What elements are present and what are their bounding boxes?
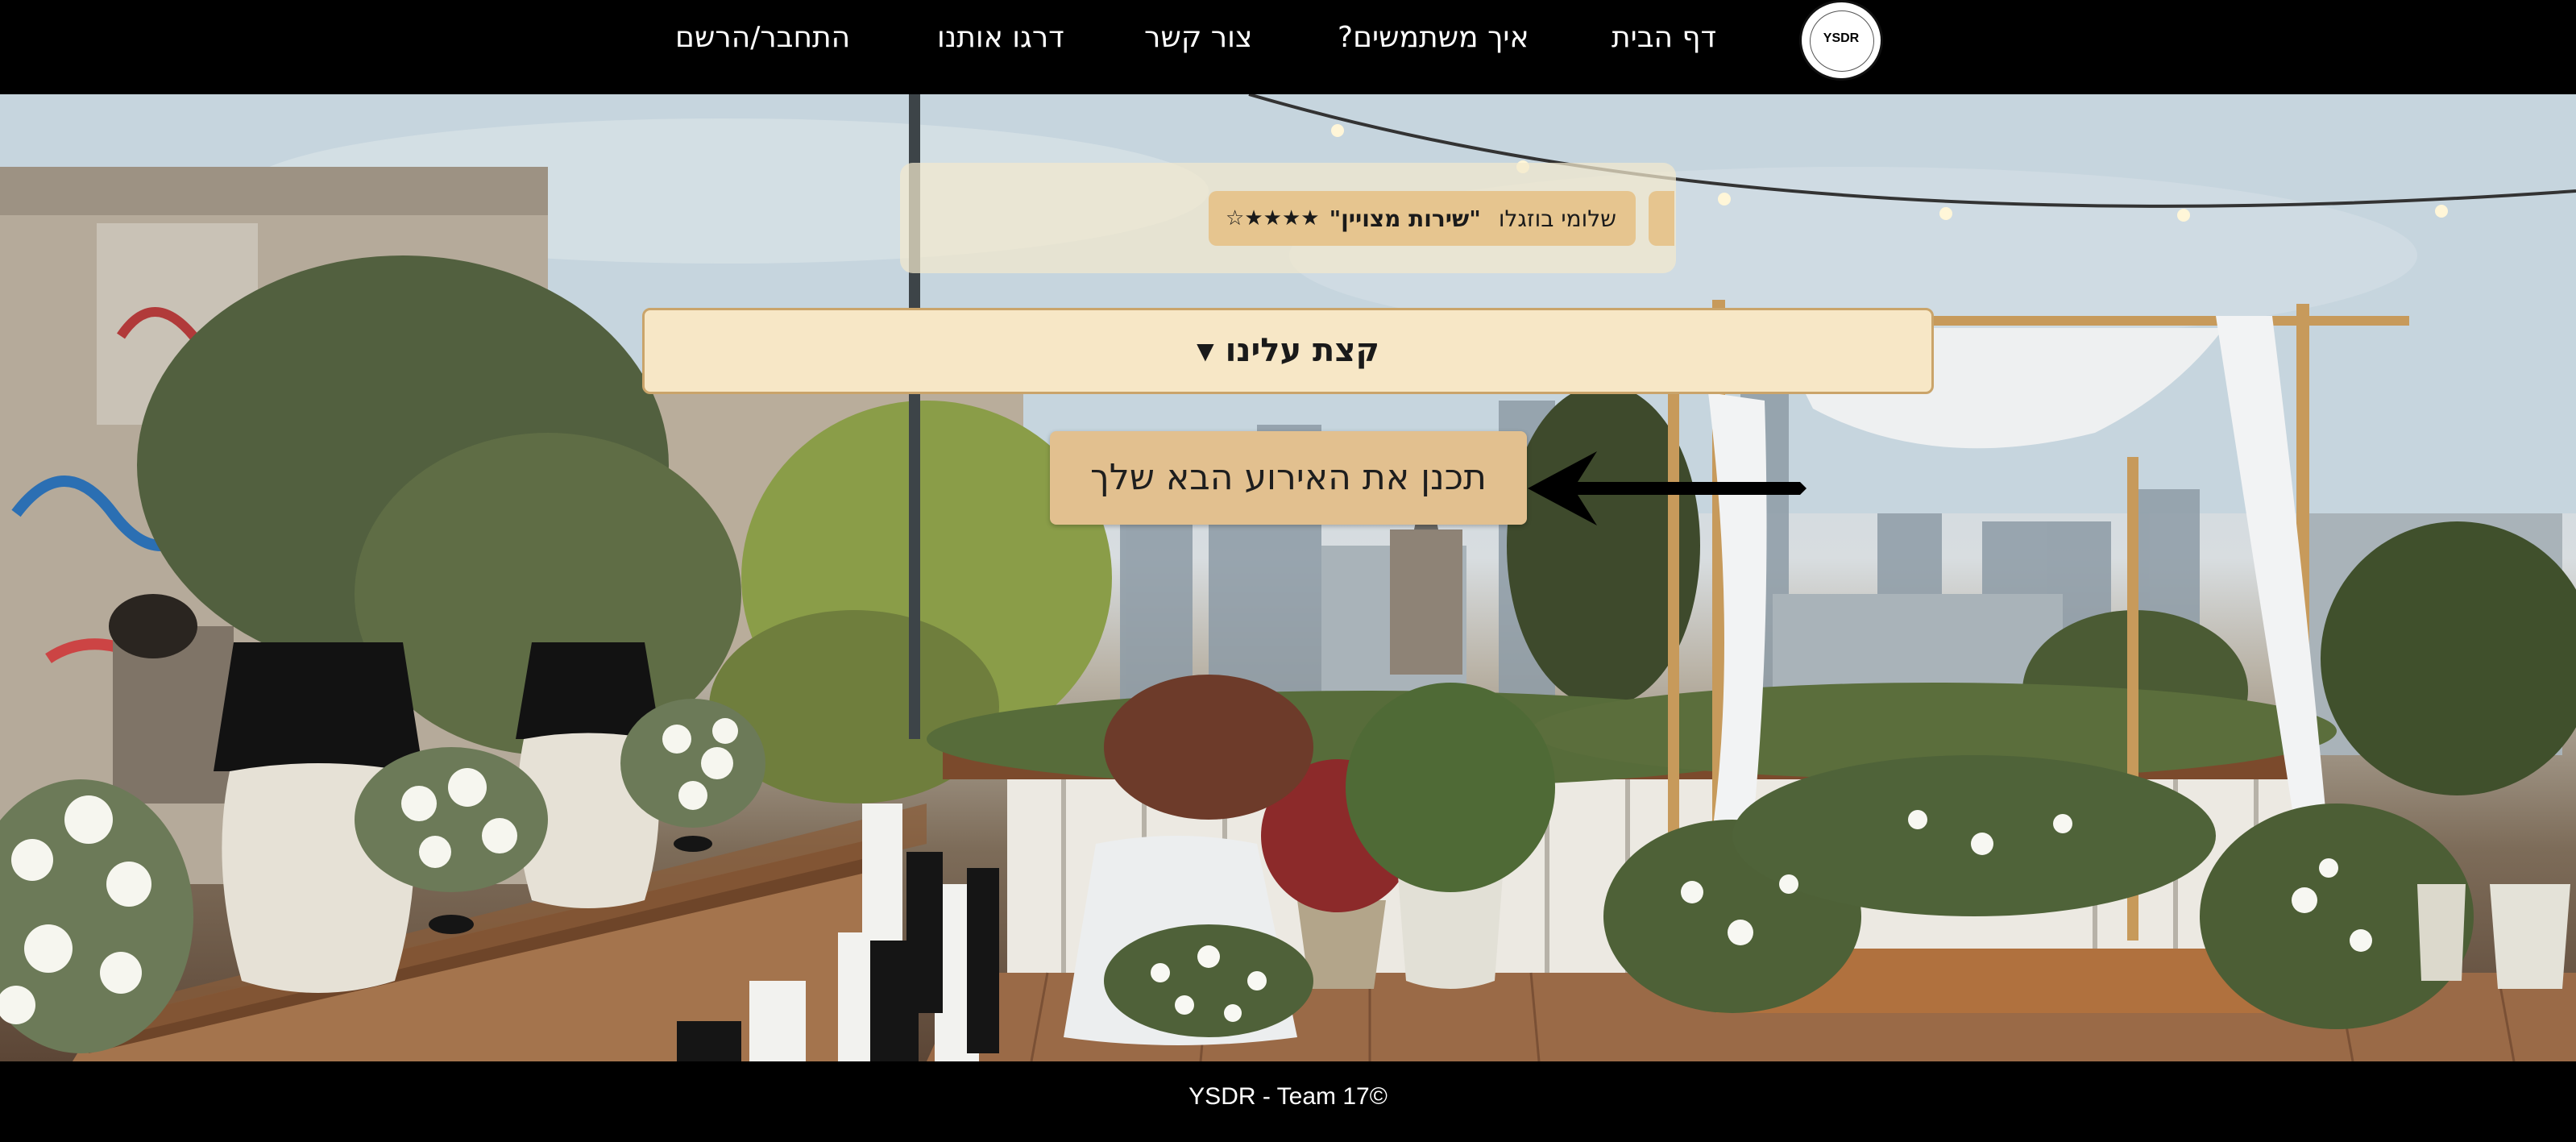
- plan-next-event-button[interactable]: תכנן את האירוע הבא שלך: [1050, 431, 1527, 525]
- nav-home-link[interactable]: דף הבית: [1612, 18, 1716, 58]
- nav-login-register-link[interactable]: התחבר/הרשם: [675, 18, 850, 58]
- review-card: שלומי בוזגלו "שירות מצויין" ★★★★☆: [1209, 191, 1636, 246]
- footer-copyright-text: YSDR - Team 17©: [1188, 1083, 1388, 1110]
- logo-text: YSDR: [1823, 31, 1860, 45]
- about-us-accordion-toggle[interactable]: קצת עלינו ▼: [642, 308, 1934, 394]
- top-navigation-bar: התחבר/הרשם דרגו אותנו צור קשר איך משתמשי…: [0, 0, 2576, 94]
- page-footer: YSDR - Team 17©: [0, 1061, 2576, 1142]
- caret-down-icon: ▼: [1197, 338, 1214, 364]
- about-us-label: קצת עלינו: [1225, 332, 1379, 369]
- nav-contact-link[interactable]: צור קשר: [1144, 18, 1252, 58]
- review-stars: ★★★★☆: [1226, 206, 1320, 230]
- nav-rate-us-link[interactable]: דרגו אותנו: [937, 18, 1064, 58]
- review-text: "שירות מצויין": [1329, 205, 1481, 232]
- review-card-next-partial: [1649, 191, 1674, 246]
- left-arrow-icon: [1528, 451, 1807, 525]
- nav-how-to-use-link[interactable]: איך משתמשים?: [1338, 18, 1529, 58]
- ysdr-logo[interactable]: YSDR: [1799, 0, 1883, 81]
- review-author: שלומי בוזגלו: [1498, 205, 1616, 232]
